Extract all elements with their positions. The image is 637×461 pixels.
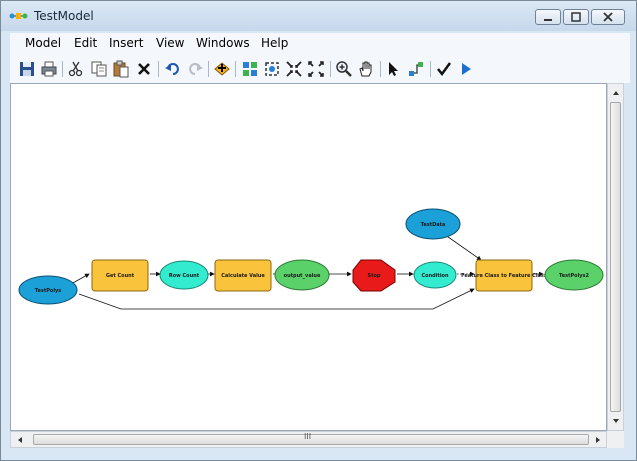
node-label: output_value xyxy=(284,273,321,279)
derived-variable-node[interactable]: Row Count xyxy=(159,260,209,290)
horizontal-scroll-thumb[interactable]: III xyxy=(33,432,589,445)
model-diagram[interactable]: TestPolys Get Count Row Count Calculate … xyxy=(11,84,606,430)
undo-icon[interactable] xyxy=(164,60,182,78)
fixed-zoom-in-icon[interactable] xyxy=(285,60,303,78)
menu-model[interactable]: Model xyxy=(25,36,61,50)
tool-node[interactable]: Feature Class to Feature Class xyxy=(461,259,547,292)
scroll-grip: III xyxy=(304,432,312,441)
fixed-zoom-out-icon[interactable] xyxy=(307,60,325,78)
scroll-left-icon[interactable] xyxy=(13,433,27,447)
toolbar xyxy=(10,55,630,83)
node-label: Stop xyxy=(367,273,380,279)
scroll-right-icon[interactable] xyxy=(591,433,605,447)
toolbar-separator xyxy=(158,61,159,77)
select-icon[interactable] xyxy=(385,60,403,78)
input-variable-node[interactable]: TestPolys xyxy=(18,275,78,305)
node-label: Row Count xyxy=(169,273,200,279)
output-variable-node[interactable]: output_value xyxy=(274,259,330,291)
menu-view[interactable]: View xyxy=(156,36,184,50)
node-label: Condition xyxy=(421,273,448,279)
print-icon[interactable] xyxy=(40,60,58,78)
vertical-scroll-thumb[interactable] xyxy=(610,102,621,412)
node-label: Get Count xyxy=(106,273,135,279)
save-icon[interactable] xyxy=(18,60,36,78)
toolbar-separator xyxy=(235,61,236,77)
horizontal-scrollbar[interactable]: III xyxy=(10,431,607,448)
connector xyxy=(70,273,90,285)
scroll-up-icon[interactable] xyxy=(609,86,623,100)
minimize-button[interactable] xyxy=(535,9,561,25)
copy-icon[interactable] xyxy=(90,60,108,78)
connect-icon[interactable] xyxy=(407,60,425,78)
title-bar[interactable]: TestModel xyxy=(1,1,636,31)
connector xyxy=(78,288,475,310)
node-label: TestData xyxy=(421,222,446,228)
close-icon xyxy=(603,12,613,22)
menu-help[interactable]: Help xyxy=(261,36,288,50)
scroll-corner xyxy=(607,431,624,448)
toolbar-separator xyxy=(430,61,431,77)
menu-windows[interactable]: Windows xyxy=(196,36,250,50)
add-data-icon[interactable] xyxy=(213,60,231,78)
full-extent-icon[interactable] xyxy=(263,60,281,78)
stop-node[interactable]: Stop xyxy=(352,259,396,292)
window-title: TestModel xyxy=(34,9,94,23)
tool-node[interactable]: Get Count xyxy=(91,259,149,292)
model-canvas[interactable]: TestPolys Get Count Row Count Calculate … xyxy=(10,83,607,431)
node-label: Feature Class to Feature Class xyxy=(461,273,547,279)
toolbar-separator xyxy=(62,61,63,77)
cut-icon[interactable] xyxy=(67,60,85,78)
scroll-down-icon[interactable] xyxy=(609,414,623,428)
menu-bar: Model Edit Insert View Windows Help xyxy=(10,33,630,55)
zoom-in-icon[interactable] xyxy=(335,60,353,78)
minimize-icon xyxy=(544,19,552,21)
toolbar-separator xyxy=(208,61,209,77)
paste-icon[interactable] xyxy=(112,60,130,78)
toolbar-separator xyxy=(380,61,381,77)
node-label: TestPolys xyxy=(35,288,62,294)
tool-node[interactable]: Calculate Value xyxy=(214,259,272,292)
menu-insert[interactable]: Insert xyxy=(109,36,143,50)
delete-icon[interactable] xyxy=(135,60,153,78)
redo-icon[interactable] xyxy=(186,60,204,78)
input-variable-node[interactable]: TestData xyxy=(405,208,461,240)
menu-edit[interactable]: Edit xyxy=(74,36,97,50)
toolbar-separator xyxy=(330,61,331,77)
run-icon[interactable] xyxy=(457,60,475,78)
pan-icon[interactable] xyxy=(357,60,375,78)
node-label: Calculate Value xyxy=(221,273,265,279)
maximize-icon xyxy=(571,12,581,22)
vertical-scrollbar[interactable] xyxy=(607,83,624,431)
node-label: TestPolys2 xyxy=(559,273,590,279)
validate-icon[interactable] xyxy=(435,60,453,78)
derived-variable-node[interactable]: Condition xyxy=(413,261,457,289)
close-button[interactable] xyxy=(591,9,625,25)
output-variable-node[interactable]: TestPolys2 xyxy=(544,259,604,291)
model-app-icon xyxy=(9,13,28,19)
maximize-button[interactable] xyxy=(563,9,589,25)
auto-layout-icon[interactable] xyxy=(241,60,259,78)
model-window: TestModel Model Edit Insert View Windows… xyxy=(0,0,637,461)
